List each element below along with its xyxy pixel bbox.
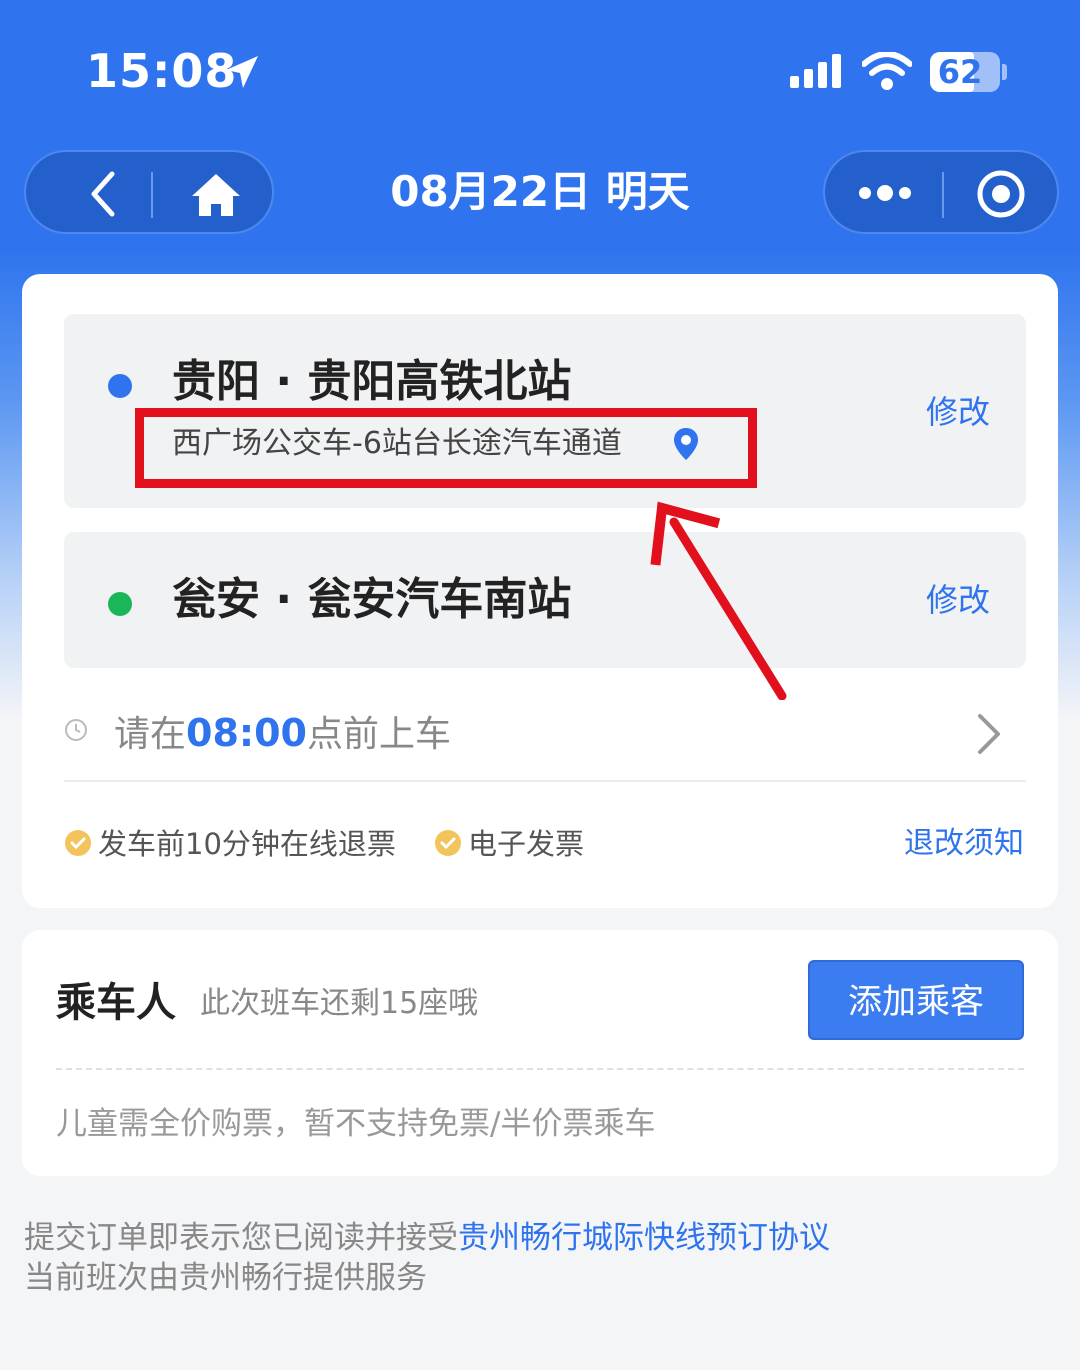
boarding-time-row[interactable]: 请在08:00点前上车: [64, 682, 1026, 782]
status-time: 15:08: [86, 44, 238, 98]
more-icon[interactable]: [855, 170, 915, 216]
add-passenger-button[interactable]: 添加乘客: [808, 960, 1024, 1040]
annotation-arrow-icon: [650, 501, 787, 700]
passenger-title: 乘车人: [56, 980, 176, 1026]
origin-dot: [108, 374, 132, 398]
agreement-prefix: 提交订单即表示您已阅读并接受: [24, 1220, 458, 1256]
route-card: 贵阳 · 贵阳高铁北站 西广场公交车-6站台长途汽车通道 修改 瓮安 · 瓮安汽…: [22, 274, 1058, 908]
destination-station[interactable]: 瓮安 · 瓮安汽车南站 修改: [64, 532, 1026, 668]
highlight-box: [135, 408, 757, 488]
seats-left: 此次班车还剩15座哦: [200, 986, 479, 1021]
chevron-right-icon[interactable]: [974, 712, 1004, 756]
check-badge-icon: [65, 830, 91, 856]
target-icon[interactable]: [975, 168, 1027, 220]
nav-capsule-left: [24, 150, 274, 234]
nav-divider: [942, 172, 944, 218]
child-ticket-note: 儿童需全价购票，暂不支持免票/半价票乘车: [56, 1106, 656, 1142]
battery-icon: 62: [930, 52, 1000, 92]
boarding-text: 请在08:00点前上车: [114, 710, 451, 758]
feature-refund: 发车前10分钟在线退票: [64, 824, 396, 864]
provider-text: 当前班次由贵州畅行提供服务: [24, 1260, 427, 1296]
boarding-suffix: 点前上车: [306, 714, 451, 755]
check-badge-icon: [435, 830, 461, 856]
agreement-text: 提交订单即表示您已阅读并接受贵州畅行城际快线预订协议: [24, 1216, 830, 1260]
wifi-icon: [862, 52, 912, 90]
nav-capsule-right: [823, 150, 1059, 234]
battery-level: 62: [937, 53, 983, 91]
destination-edit-link[interactable]: 修改: [926, 578, 990, 622]
battery-nub: [1002, 64, 1007, 80]
feature-label: 电子发票: [468, 827, 585, 861]
nav-divider: [151, 172, 153, 218]
feature-label: 发车前10分钟在线退票: [98, 827, 396, 861]
boarding-prefix: 请在: [114, 714, 187, 755]
destination-name: 瓮安 · 瓮安汽车南站: [172, 574, 572, 625]
origin-edit-link[interactable]: 修改: [926, 390, 990, 434]
signal-icon: [790, 54, 841, 88]
destination-dot: [108, 592, 132, 616]
passenger-card: 乘车人 此次班车还剩15座哦 添加乘客 儿童需全价购票，暂不支持免票/半价票乘车: [22, 930, 1058, 1176]
location-arrow-icon: [226, 56, 258, 88]
refund-rules-link[interactable]: 退改须知: [904, 824, 1024, 864]
origin-name: 贵阳 · 贵阳高铁北站: [172, 356, 572, 407]
home-icon[interactable]: [186, 166, 246, 222]
clock-icon: [65, 719, 87, 741]
page-title: 08月22日 明天: [390, 167, 690, 216]
agreement-link[interactable]: 贵州畅行城际快线预订协议: [458, 1220, 830, 1256]
feature-invoice: 电子发票: [434, 824, 584, 864]
boarding-time: 08:00: [186, 711, 307, 755]
divider: [56, 1068, 1024, 1070]
back-icon[interactable]: [74, 166, 134, 222]
